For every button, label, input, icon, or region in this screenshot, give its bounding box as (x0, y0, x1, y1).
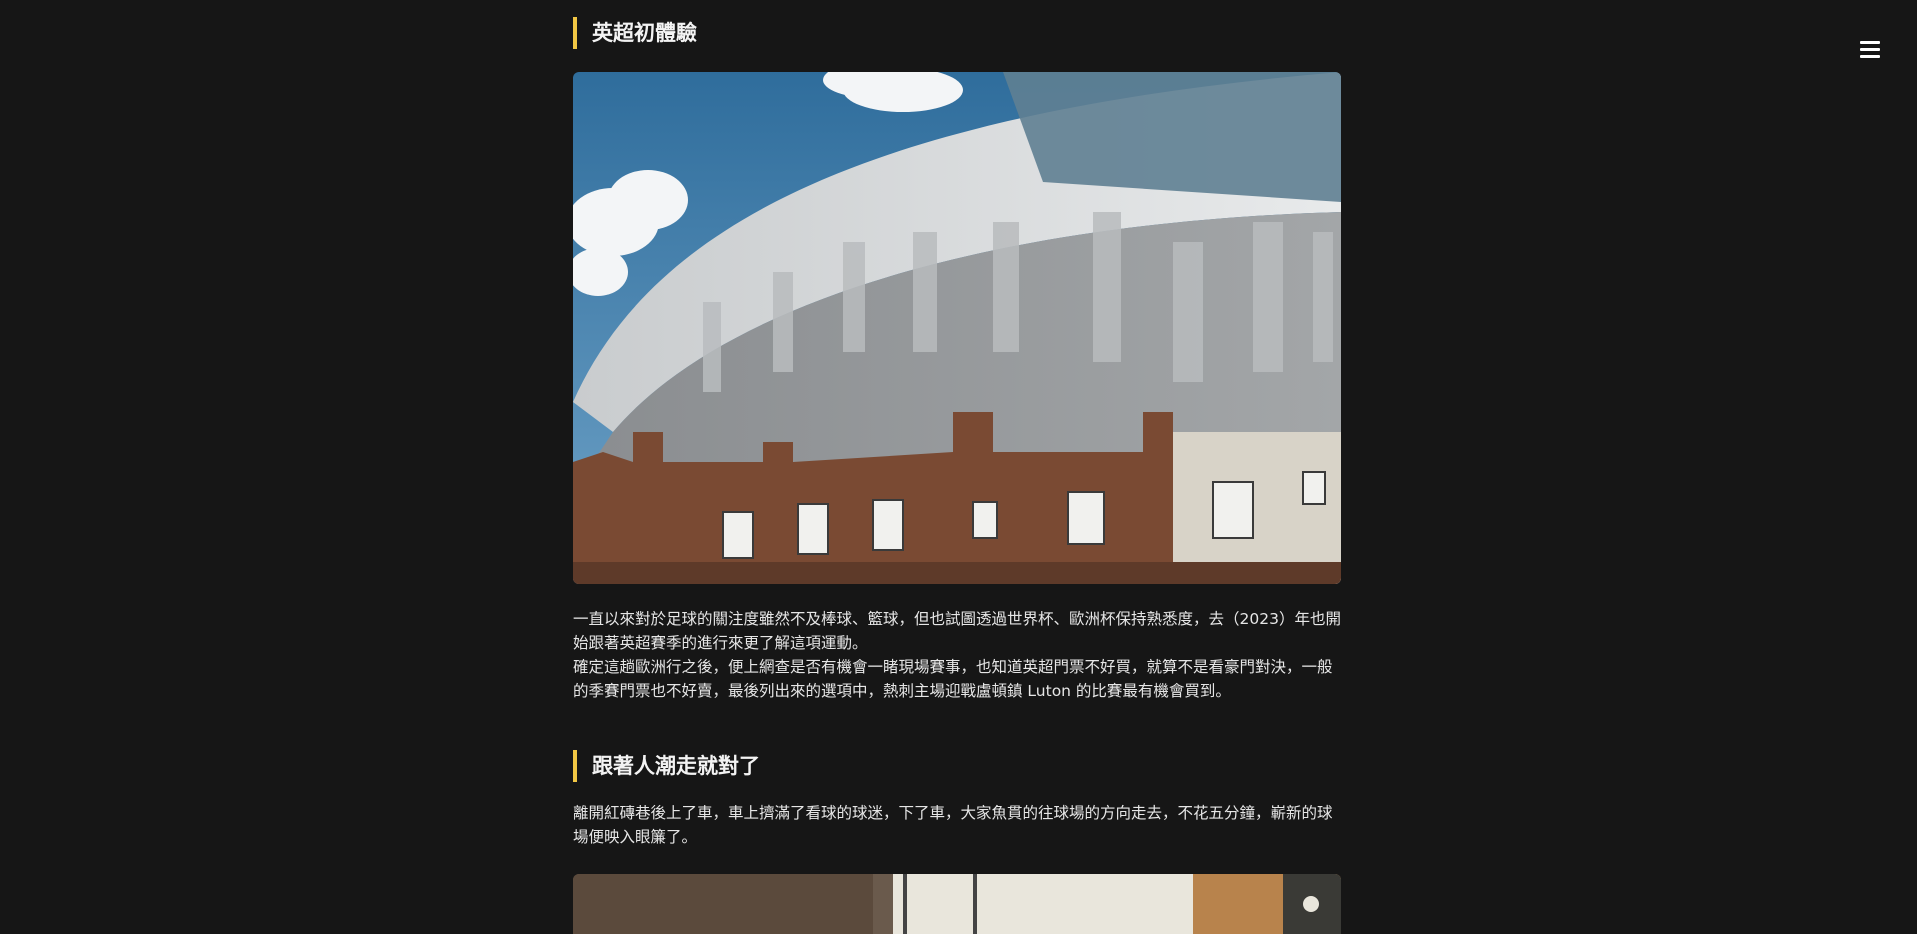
paragraph: 離開紅磚巷後上了車，車上擠滿了看球的球迷，下了車，大家魚貫的往球場的方向走去，不… (573, 804, 1333, 846)
hamburger-menu-icon[interactable] (1858, 38, 1882, 62)
paragraph: 一直以來對於足球的關注度雖然不及棒球、籃球，但也試圖透過世界杯、歐洲杯保持熟悉度… (573, 610, 1341, 652)
section-title: 跟著人潮走就對了 (573, 750, 760, 782)
street-photo (573, 874, 1341, 934)
paragraph: 確定這趟歐洲行之後，便上網查是否有機會一睹現場賽事，也知道英超門票不好買，就算不… (573, 658, 1333, 700)
section-title: 英超初體驗 (573, 17, 697, 49)
stadium-photo (573, 72, 1341, 584)
